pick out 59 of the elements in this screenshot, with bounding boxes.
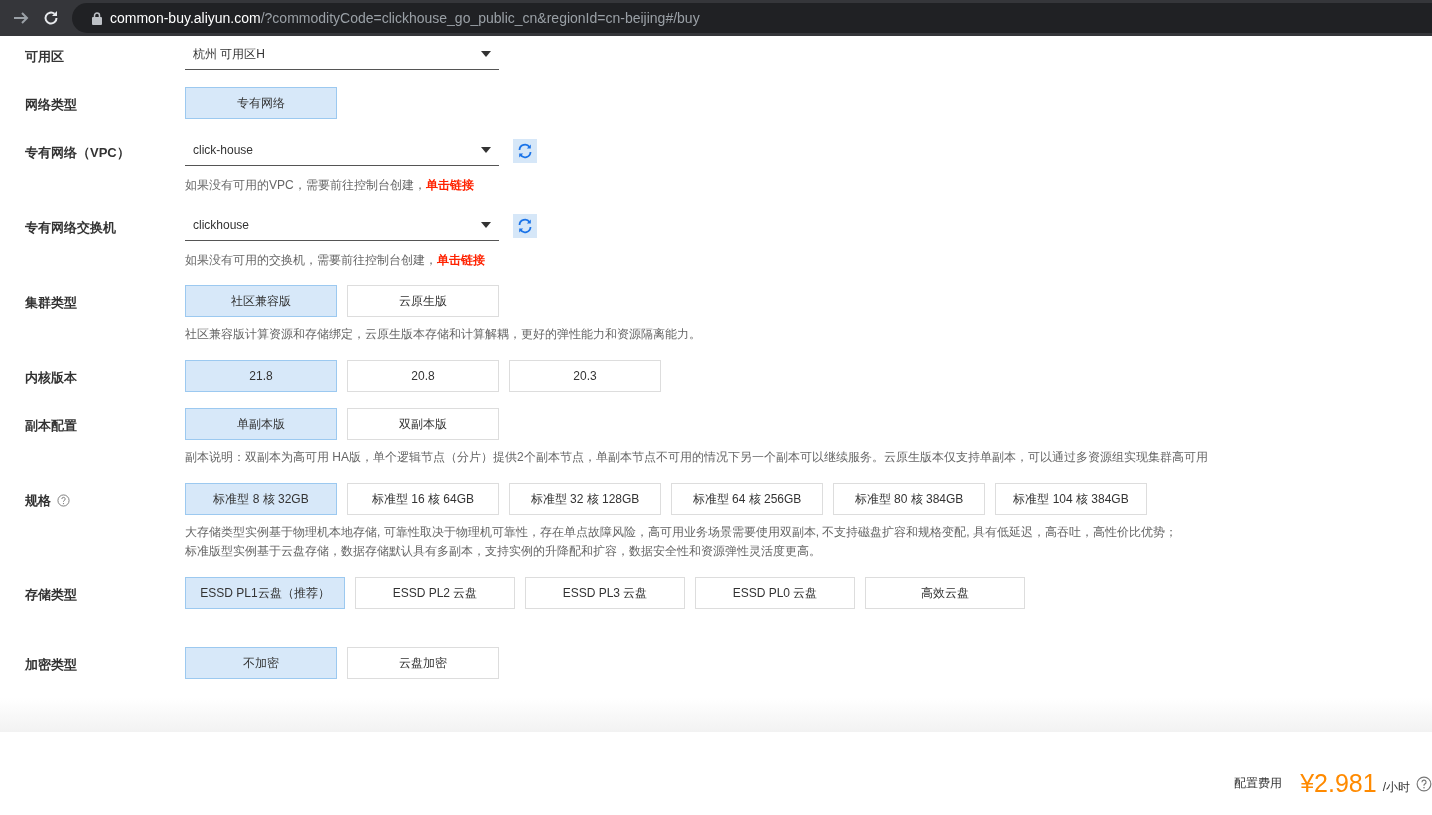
option-button[interactable]: 不加密 bbox=[185, 647, 337, 679]
reload-icon[interactable] bbox=[42, 9, 60, 27]
note-text: 副本说明：双副本为高可用 HA版，单个逻辑节点（分片）提供2个副本节点，单副本节点不可用的情况下另一个副本可以继续服务。云原生版本仅支持单副本，可以通过多资源组实现集群高可用 bbox=[185, 449, 1208, 466]
option-button[interactable]: 双副本版 bbox=[347, 408, 499, 440]
help-icon[interactable] bbox=[1416, 775, 1432, 792]
field-label: 规格 bbox=[25, 491, 51, 510]
field-label: 网络类型 bbox=[25, 95, 77, 114]
select-field[interactable]: 杭州 可用区H bbox=[185, 39, 499, 70]
option-button[interactable]: 高效云盘 bbox=[865, 577, 1025, 609]
note-text: 标准版型实例基于云盘存储，数据存储默认具有多副本，支持实例的升降配和扩容，数据安全性和资源弹性灵活度更高。 bbox=[185, 543, 822, 560]
option-button[interactable]: ESSD PL1云盘（推荐） bbox=[185, 577, 345, 609]
caret-icon bbox=[481, 147, 491, 153]
option-button[interactable]: 标准型 32 核 128GB bbox=[509, 483, 661, 515]
option-button[interactable]: ESSD PL3 云盘 bbox=[525, 577, 685, 609]
option-button[interactable]: 标准型 16 核 64GB bbox=[347, 483, 499, 515]
option-button[interactable]: 21.8 bbox=[185, 360, 337, 392]
field-label: 副本配置 bbox=[25, 416, 77, 435]
option-button[interactable]: ESSD PL2 云盘 bbox=[355, 577, 515, 609]
option-button[interactable]: 标准型 104 核 384GB bbox=[995, 483, 1147, 515]
field-label: 存储类型 bbox=[25, 585, 77, 604]
option-button[interactable]: 单副本版 bbox=[185, 408, 337, 440]
option-button[interactable]: 专有网络 bbox=[185, 87, 337, 119]
note-text: 社区兼容版计算资源和存储绑定，云原生版本存储和计算解耦，更好的弹性能力和资源隔离能力。 bbox=[185, 326, 701, 343]
address-bar[interactable]: common-buy.aliyun.com/?commodityCode=clickhouse_go_public_cn&regionId=cn-beijing#/buy bbox=[72, 3, 1432, 33]
option-button[interactable]: 标准型 8 核 32GB bbox=[185, 483, 337, 515]
option-button[interactable]: ESSD PL0 云盘 bbox=[695, 577, 855, 609]
price: ¥2.981 bbox=[1300, 769, 1377, 798]
refresh-icon bbox=[517, 217, 533, 234]
url-host: common-buy.aliyun.com bbox=[110, 10, 261, 26]
field-label: 专有网络（VPC） bbox=[25, 143, 130, 162]
option-button[interactable]: 社区兼容版 bbox=[185, 285, 337, 317]
note-text: 大存储类型实例基于物理机本地存储, 可靠性取决于物理机可靠性，存在单点故障风险，高可用业务场景需要使用双副本, 不支持磁盘扩容和规格变配, 具有低延迟，高吞吐，高性价比优势； bbox=[185, 524, 1177, 541]
field-label: 内核版本 bbox=[25, 368, 77, 387]
caret-icon bbox=[481, 51, 491, 57]
link[interactable]: 单击链接 bbox=[425, 178, 474, 192]
refresh-button[interactable] bbox=[513, 138, 537, 163]
refresh-button[interactable] bbox=[513, 213, 537, 238]
option-button[interactable]: 20.8 bbox=[347, 360, 499, 392]
select-field[interactable]: click-house bbox=[185, 135, 499, 166]
lock-icon bbox=[92, 11, 102, 25]
hint-text: 如果没有可用的交换机，需要前往控制台创建，单击链接 bbox=[185, 252, 486, 269]
option-button[interactable]: 标准型 80 核 384GB bbox=[833, 483, 985, 515]
caret-icon bbox=[481, 222, 491, 228]
field-label: 专有网络交换机 bbox=[25, 218, 116, 237]
hint-text: 如果没有可用的VPC，需要前往控制台创建，单击链接 bbox=[185, 177, 475, 194]
field-label: 集群类型 bbox=[25, 293, 77, 312]
price-unit: /小时 bbox=[1382, 779, 1410, 796]
option-button[interactable]: 20.3 bbox=[509, 360, 661, 392]
option-button[interactable]: 云盘加密 bbox=[347, 647, 499, 679]
url-path: /?commodityCode=clickhouse_go_public_cn&regionId=cn-beijing#/buy bbox=[260, 10, 700, 26]
link[interactable]: 单击链接 bbox=[437, 253, 485, 267]
help-icon[interactable] bbox=[57, 494, 70, 507]
field-label: 可用区 bbox=[25, 47, 64, 66]
option-button[interactable]: 云原生版 bbox=[347, 285, 499, 317]
refresh-icon bbox=[517, 142, 533, 159]
option-button[interactable]: 标准型 64 核 256GB bbox=[671, 483, 823, 515]
cost-label: 配置费用 bbox=[1234, 775, 1283, 792]
select-field[interactable]: clickhouse bbox=[185, 210, 499, 241]
field-label: 加密类型 bbox=[25, 655, 77, 674]
